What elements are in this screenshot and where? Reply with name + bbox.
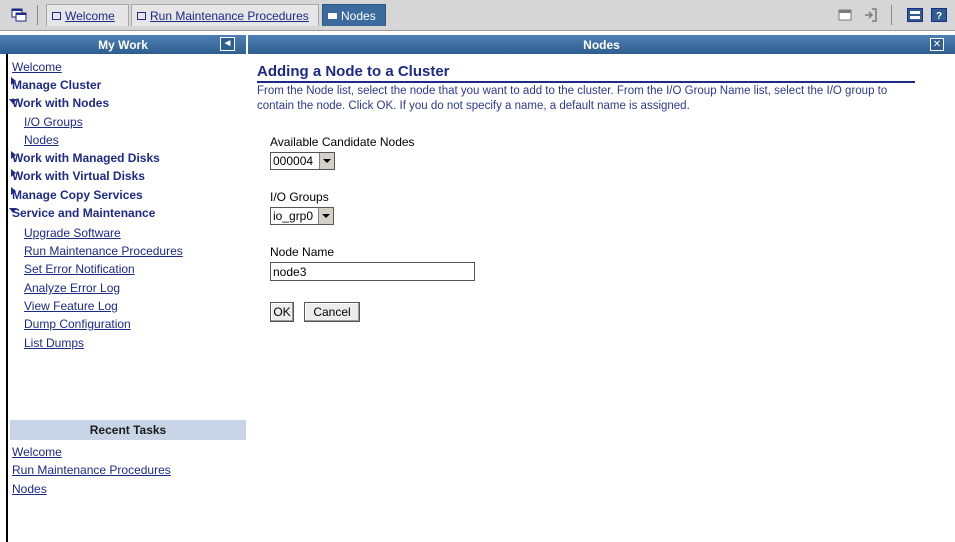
my-work-header: My Work <box>0 35 246 54</box>
nav-group-managed-disks[interactable]: Work with Managed Disks <box>12 151 160 165</box>
collapse-panel-icon[interactable]: ◄ <box>220 37 235 51</box>
instructions-text: From the Node list, select the node that… <box>257 85 888 112</box>
top-tab-bar: Welcome Run Maintenance Procedures Nodes… <box>0 0 955 31</box>
nav-group-label: Manage Cluster <box>12 78 102 92</box>
panel-border <box>6 54 8 542</box>
restore-icon[interactable] <box>836 6 853 23</box>
recent-tasks-header: Recent Tasks <box>10 420 246 440</box>
io-groups-select[interactable]: io_grp0 <box>270 207 334 225</box>
tab-window-icon <box>328 12 337 19</box>
tab-nodes[interactable]: Nodes <box>322 4 386 26</box>
nav-view-feature-log[interactable]: View Feature Log <box>24 299 118 313</box>
nav-group-label: Work with Managed Disks <box>12 151 160 165</box>
tab-welcome[interactable]: Welcome <box>46 4 129 26</box>
toolbar-separator <box>37 5 38 25</box>
nav-group-manage-cluster[interactable]: Manage Cluster <box>12 78 101 92</box>
nav-group-label: Work with Nodes <box>12 96 110 110</box>
node-name-input[interactable] <box>270 262 475 281</box>
title-divider <box>257 81 915 83</box>
close-icon[interactable]: ✕ <box>930 38 944 51</box>
ok-button[interactable]: OK <box>270 302 294 322</box>
nav-group-copy-services[interactable]: Manage Copy Services <box>12 188 143 202</box>
node-name-label: Node Name <box>270 245 335 259</box>
nav-set-error-notification[interactable]: Set Error Notification <box>24 262 135 276</box>
help-icon[interactable]: ? <box>930 6 947 23</box>
chevron-down-icon[interactable] <box>319 153 334 169</box>
windows-icon[interactable] <box>10 6 27 23</box>
taskbar-icon[interactable] <box>906 6 923 23</box>
tab-run-maintenance-procedures[interactable]: Run Maintenance Procedures <box>131 4 319 26</box>
recent-task-welcome[interactable]: Welcome <box>12 445 62 459</box>
nav-nodes[interactable]: Nodes <box>24 133 59 147</box>
logout-icon[interactable] <box>862 6 879 23</box>
nav-group-service-maintenance[interactable]: Service and Maintenance <box>12 206 155 220</box>
select-value: io_grp0 <box>273 209 314 223</box>
candidate-nodes-select[interactable]: 000004 <box>270 152 335 170</box>
nav-dump-configuration[interactable]: Dump Configuration <box>24 317 131 331</box>
tab-label: Nodes <box>341 8 376 23</box>
tab-label: Run Maintenance Procedures <box>150 8 309 23</box>
recent-task-nodes[interactable]: Nodes <box>12 482 47 496</box>
nav-upgrade-software[interactable]: Upgrade Software <box>24 226 121 240</box>
panel-title: My Work <box>98 37 148 52</box>
tab-label: Welcome <box>65 8 115 23</box>
nav-group-label: Work with Virtual Disks <box>12 169 145 183</box>
nav-analyze-error-log[interactable]: Analyze Error Log <box>24 281 120 295</box>
nav-io-groups[interactable]: I/O Groups <box>24 115 83 129</box>
select-value: 000004 <box>273 154 314 168</box>
io-groups-label: I/O Groups <box>270 190 329 204</box>
nav-group-label: Service and Maintenance <box>12 206 156 220</box>
content-header-title: Nodes <box>583 37 620 52</box>
nav-group-work-with-nodes[interactable]: Work with Nodes <box>12 96 109 110</box>
page-title: Adding a Node to a Cluster <box>257 63 450 80</box>
content-header: Nodes <box>248 35 955 54</box>
nav-welcome[interactable]: Welcome <box>12 60 62 74</box>
recent-task-run-maintenance[interactable]: Run Maintenance Procedures <box>12 463 171 477</box>
chevron-down-icon[interactable] <box>318 208 333 224</box>
nav-run-maintenance-procedures[interactable]: Run Maintenance Procedures <box>24 244 183 258</box>
recent-tasks-title: Recent Tasks <box>89 423 167 437</box>
toolbar-separator <box>891 5 892 25</box>
svg-text:?: ? <box>935 11 941 22</box>
nav-list-dumps[interactable]: List Dumps <box>24 336 84 350</box>
tab-window-icon <box>52 11 61 20</box>
tab-window-icon <box>137 11 146 20</box>
candidate-nodes-label: Available Candidate Nodes <box>270 135 415 149</box>
cancel-button[interactable]: Cancel <box>304 302 360 322</box>
nav-group-label: Manage Copy Services <box>12 188 143 202</box>
nav-group-virtual-disks[interactable]: Work with Virtual Disks <box>12 169 145 183</box>
